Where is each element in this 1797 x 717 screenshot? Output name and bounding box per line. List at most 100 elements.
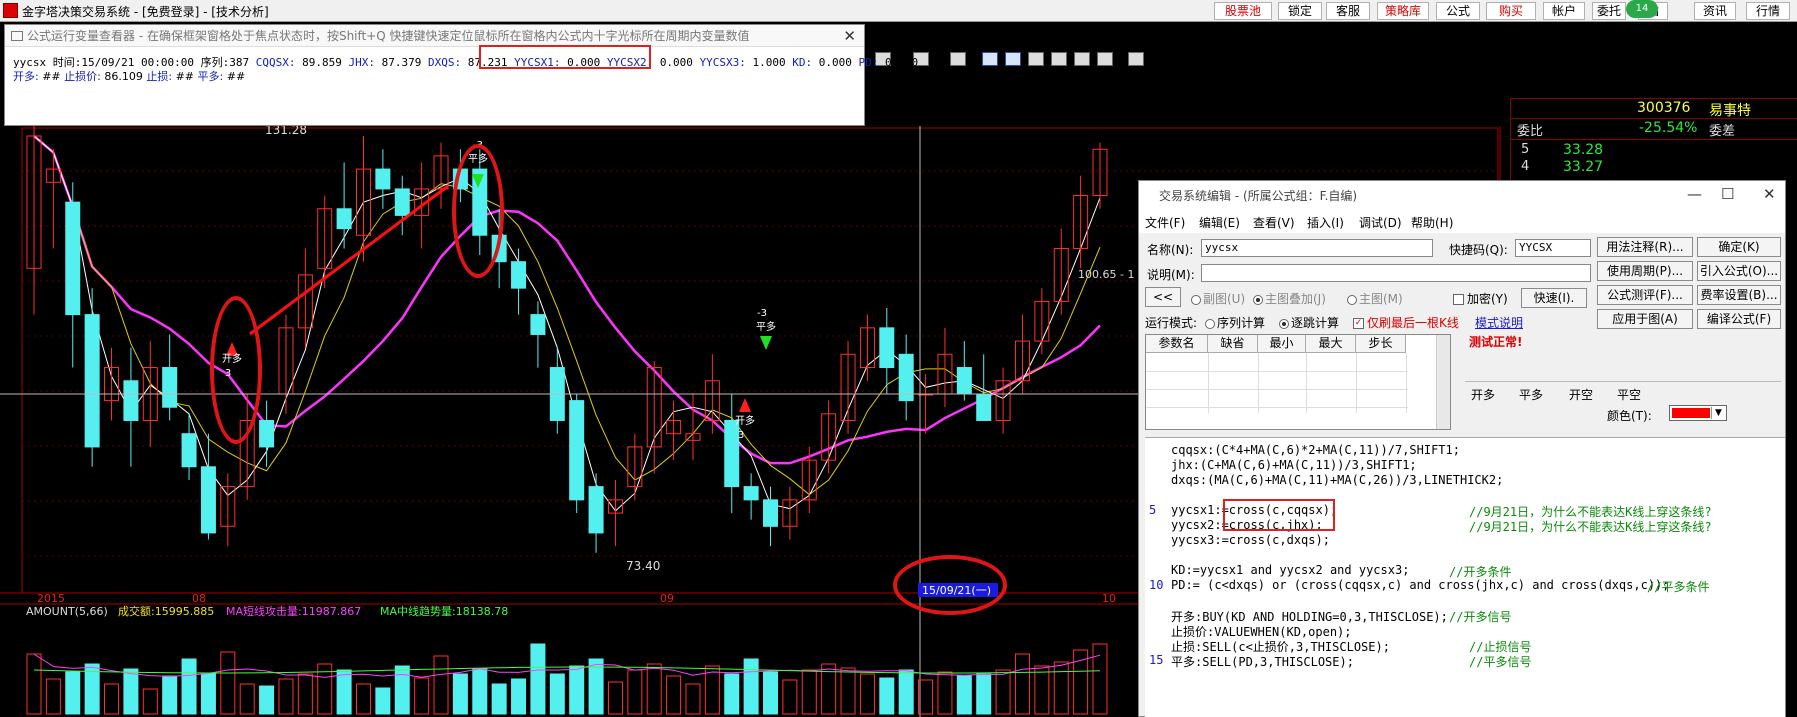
volume-bar [1034,665,1050,715]
volume-bar [433,655,449,715]
volume-bar [259,685,275,715]
cqqsx-label: CQQSX: [255,56,296,69]
code-line: cqqsx:(C*4+MA(C,6)*2+MA(C,11))/7,SHIFT1; [1171,443,1460,457]
pd-value: 0.000 [885,56,919,69]
top-button[interactable]: 策略库 [1377,2,1429,20]
volume-bar [142,688,158,715]
volume-amount: 成交额:15995.885 [118,604,214,618]
volume-bar [685,683,701,715]
circle-icon[interactable] [950,52,966,66]
stop-value: ## [175,70,195,83]
code-line: PD:= (c<dxqs) or (cross(cqqsx,c) and cro… [1171,578,1670,592]
candle-body [976,393,992,421]
clear-icon[interactable] [1074,52,1090,66]
volume-bar [452,673,468,715]
close-long-value: ## [226,70,246,83]
volume-bar [666,675,682,715]
trend-line [249,184,449,336]
candle-body [162,367,178,408]
top-button[interactable]: 资讯 [1694,2,1736,20]
buy-button[interactable]: 买 [1163,50,1177,70]
delete-icon[interactable] [1028,52,1044,66]
variable-viewer-title: 公式运行变量查看器 - 在确保框架窗格处于焦点状态时，按Shift+Q 快捷键快… [5,25,864,47]
code-line: 平多:SELL(PD,3,THISCLOSE); [1171,655,1354,669]
volume-bar [45,678,61,715]
volume-bar [743,658,759,715]
volume-bar [162,675,178,715]
grid-icon[interactable] [1097,52,1113,66]
volume-bar [297,673,313,715]
volume-bar [1053,661,1069,715]
eraser-icon[interactable] [1051,52,1067,66]
volume-bar [801,669,817,715]
volume-bar [511,678,527,715]
text-icon[interactable] [982,52,998,66]
volume-bar [549,673,565,715]
volume-bar [104,683,120,715]
webi-value: -25.54% [1639,120,1698,136]
volume-bar [569,665,585,715]
candle-body [530,314,546,335]
candle-body [569,400,585,501]
candle-body [879,327,895,369]
candle-body [588,486,604,534]
sell-button[interactable]: 卖 [1185,50,1199,70]
volume-bar [607,681,623,715]
top-button[interactable]: 帐户 [1543,2,1585,20]
layout-icon[interactable] [1128,52,1144,66]
x-axis-label: 10 [1102,592,1116,605]
volume-bar [491,683,507,715]
code-comment: //平多信号 [1469,655,1532,669]
line-number: 5 [1149,503,1157,517]
flat-button[interactable]: 平 [1207,50,1221,70]
code-comment: //9月21日，为什么不能表达K线上穿这条线? [1469,520,1712,534]
image-icon[interactable] [1005,52,1021,66]
cqqsx-value: 89.859 [302,56,342,69]
price-marker-label: 100.65 - 1 [1078,268,1134,281]
open-long-value: ## [42,70,61,83]
app-root: 金字塔决策交易系统 - [免费登录] - [技术分析] 股票池 锁定 客服 策略库 公式… [0,0,1797,717]
line-number: 15 [1149,653,1164,667]
volume-bar [26,653,42,715]
volume-bar [627,669,643,715]
volume-bar [995,669,1011,715]
stop-price-value: 86.109 [104,70,143,83]
volume-bar [123,668,139,715]
top-button[interactable]: 委托 [1592,2,1626,20]
reverse-button[interactable]: 反 [1229,50,1243,70]
pd-label: PD: [858,56,879,69]
system-editor-window: 交易系统编辑 - (所属公式组：F.自编) — ☐ ✕ 文件(F) 编辑(E) … [1138,180,1786,717]
low-price-label: 73.40 [626,559,660,573]
yycsx3-value: 1.000 [752,56,786,69]
top-button[interactable]: 公式 [1436,2,1480,20]
candle-body [181,433,197,468]
candle-body [956,367,972,395]
top-button[interactable]: 行情 [1746,2,1790,20]
candle-body [336,208,352,230]
volume-title: AMOUNT(5,66) [26,605,108,618]
jhx-value: 87.379 [381,56,422,69]
volume-bar [278,678,294,715]
sell-arrow-icon [760,336,772,350]
code-line: jhx:(C+MA(C,6)+MA(C,11))/3,SHIFT1; [1171,458,1417,472]
x-axis-label: 09 [660,592,674,605]
volume-bar [530,643,546,715]
high-price-label: 131.28 [265,126,307,137]
top-button[interactable]: 客服 [1326,2,1370,20]
notification-badge[interactable]: 14 [1626,0,1658,18]
volume-bar [976,673,992,715]
close-icon[interactable]: ✕ [843,27,856,45]
top-button[interactable]: 锁定 [1278,2,1322,20]
buy-arrow-icon [739,398,751,412]
candle-body [511,261,527,289]
top-button[interactable]: 购买 [1486,2,1536,20]
candle-body [743,486,759,501]
stock-name: 易事特 [1709,103,1751,119]
level-price: 33.27 [1563,159,1604,175]
volume-bar [394,665,410,715]
volume-bar [200,673,216,715]
annotation-circle [210,296,262,444]
top-button[interactable]: 股票池 [1214,2,1272,20]
yycsx2-value: 0.000 [659,56,693,69]
candle-body [65,201,81,316]
